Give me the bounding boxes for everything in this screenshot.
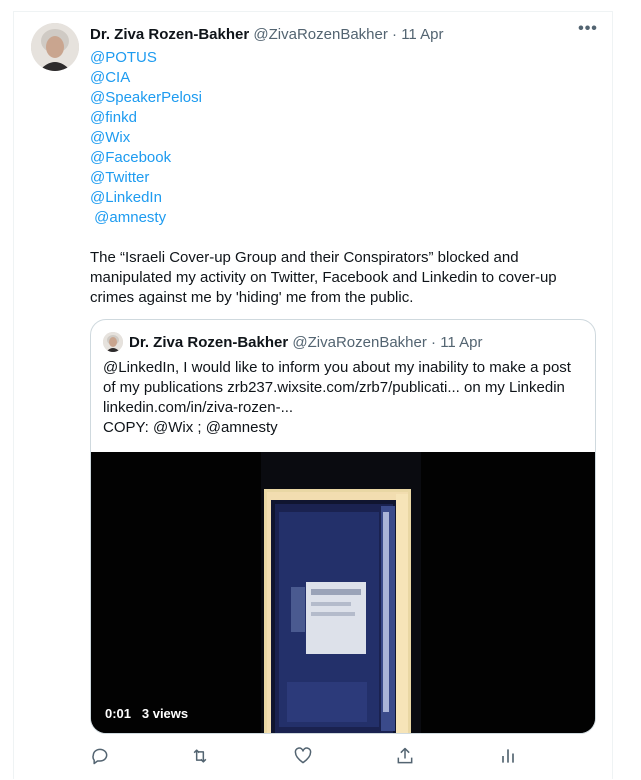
quoted-text-line: @LinkedIn, I would like to inform you ab…	[103, 359, 571, 376]
quoted-text-line: linkedin.com/in/ziva-rozen-...	[103, 399, 294, 416]
mention-link[interactable]: @LinkedIn	[90, 188, 202, 208]
tweet-text: The “Israeli Cover-up Group and their Co…	[90, 249, 557, 306]
mention-link[interactable]: @Wix	[90, 128, 202, 148]
mention-link[interactable]: @POTUS	[90, 48, 202, 68]
author-name[interactable]: Dr. Ziva Rozen-Bakher	[90, 26, 249, 43]
quoted-author-name: Dr. Ziva Rozen-Bakher	[129, 334, 289, 351]
video-views: 3 views	[141, 706, 189, 721]
quoted-text-line: COPY: @Wix ; @amnesty	[103, 419, 278, 436]
quoted-author-avatar	[103, 332, 123, 352]
date-separator: ·	[387, 26, 402, 43]
reply-icon[interactable]	[90, 746, 112, 768]
mention-link[interactable]: @CIA	[90, 68, 202, 88]
quoted-tweet[interactable]: Dr. Ziva Rozen-Bakher @ZivaRozenBakher ·…	[90, 319, 596, 734]
video-meta: 0:01 3 views	[105, 706, 188, 721]
author-handle[interactable]: @ZivaRozenBakher	[253, 26, 387, 43]
action-bar	[90, 746, 520, 770]
mention-link[interactable]: @Facebook	[90, 148, 202, 168]
video-time: 0:01	[105, 706, 132, 721]
video-player[interactable]: 0:01 3 views	[91, 452, 595, 733]
quoted-author-handle: @ZivaRozenBakher	[292, 334, 427, 351]
like-icon[interactable]	[293, 746, 315, 768]
retweet-icon[interactable]	[190, 746, 212, 768]
mention-link[interactable]: @SpeakerPelosi	[90, 88, 202, 108]
quoted-text-line: of my publications zrb237.wixsite.com/zr…	[103, 379, 565, 396]
tweet-header: Dr. Ziva Rozen-Bakher @ZivaRozenBakher ·…	[90, 26, 443, 43]
mention-list: @POTUS @CIA @SpeakerPelosi @finkd @Wix @…	[90, 48, 202, 228]
quoted-date: 11 Apr	[440, 334, 483, 351]
mention-link[interactable]: @Twitter	[90, 168, 202, 188]
share-icon[interactable]	[395, 746, 417, 768]
video-frame	[91, 452, 595, 733]
author-avatar[interactable]	[31, 23, 79, 71]
quoted-text: @LinkedIn, I would like to inform you ab…	[103, 358, 583, 438]
mention-link[interactable]: @finkd	[90, 108, 202, 128]
quoted-date-separator: ·	[426, 334, 441, 351]
quoted-header: Dr. Ziva Rozen-Bakher @ZivaRozenBakher ·…	[129, 334, 482, 351]
more-horizontal-icon[interactable]: •••	[578, 21, 598, 41]
mention-link[interactable]: @amnesty	[90, 208, 202, 228]
tweet-date[interactable]: 11 Apr	[401, 26, 443, 43]
analytics-icon[interactable]	[498, 746, 520, 768]
